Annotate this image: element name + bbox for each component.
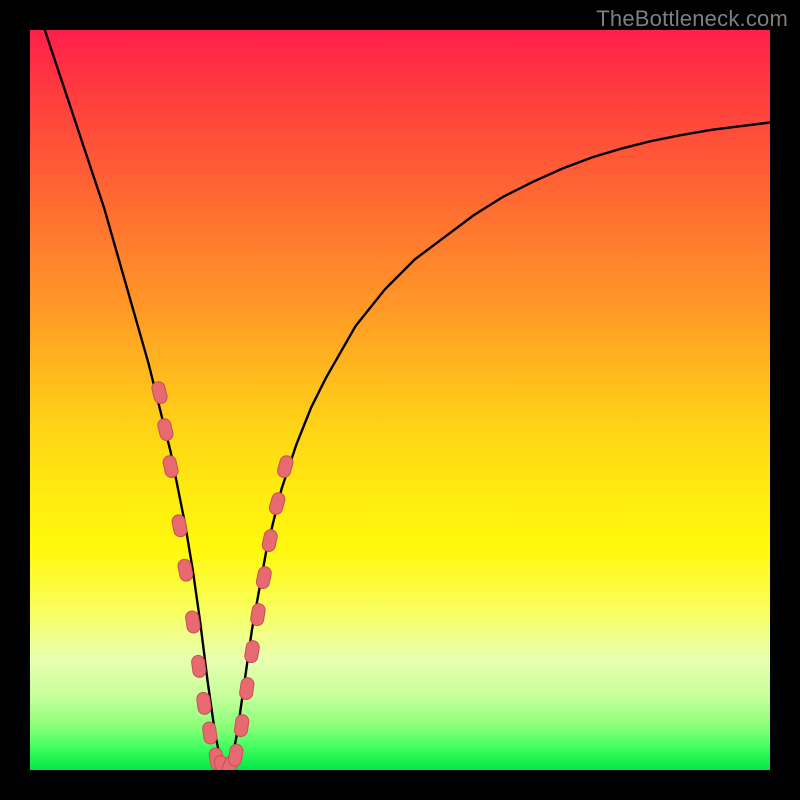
curve-marker bbox=[268, 491, 287, 516]
curve-marker bbox=[156, 417, 174, 441]
curve-marker bbox=[276, 454, 295, 479]
chart-frame: TheBottleneck.com bbox=[0, 0, 800, 800]
curve-marker bbox=[202, 721, 218, 745]
curve-marker bbox=[255, 565, 272, 589]
curve-marker bbox=[227, 743, 243, 767]
curve-layer bbox=[30, 30, 770, 770]
bottleneck-curve bbox=[45, 30, 770, 770]
watermark-text: TheBottleneck.com bbox=[596, 6, 788, 32]
curve-marker bbox=[171, 514, 188, 538]
curve-markers bbox=[151, 380, 295, 770]
curve-marker bbox=[234, 714, 250, 738]
plot-area bbox=[30, 30, 770, 770]
curve-marker bbox=[261, 528, 278, 552]
curve-marker bbox=[250, 603, 266, 627]
curve-marker bbox=[151, 380, 169, 404]
curve-marker bbox=[162, 454, 179, 478]
curve-marker bbox=[239, 677, 255, 701]
curve-marker bbox=[244, 640, 260, 664]
